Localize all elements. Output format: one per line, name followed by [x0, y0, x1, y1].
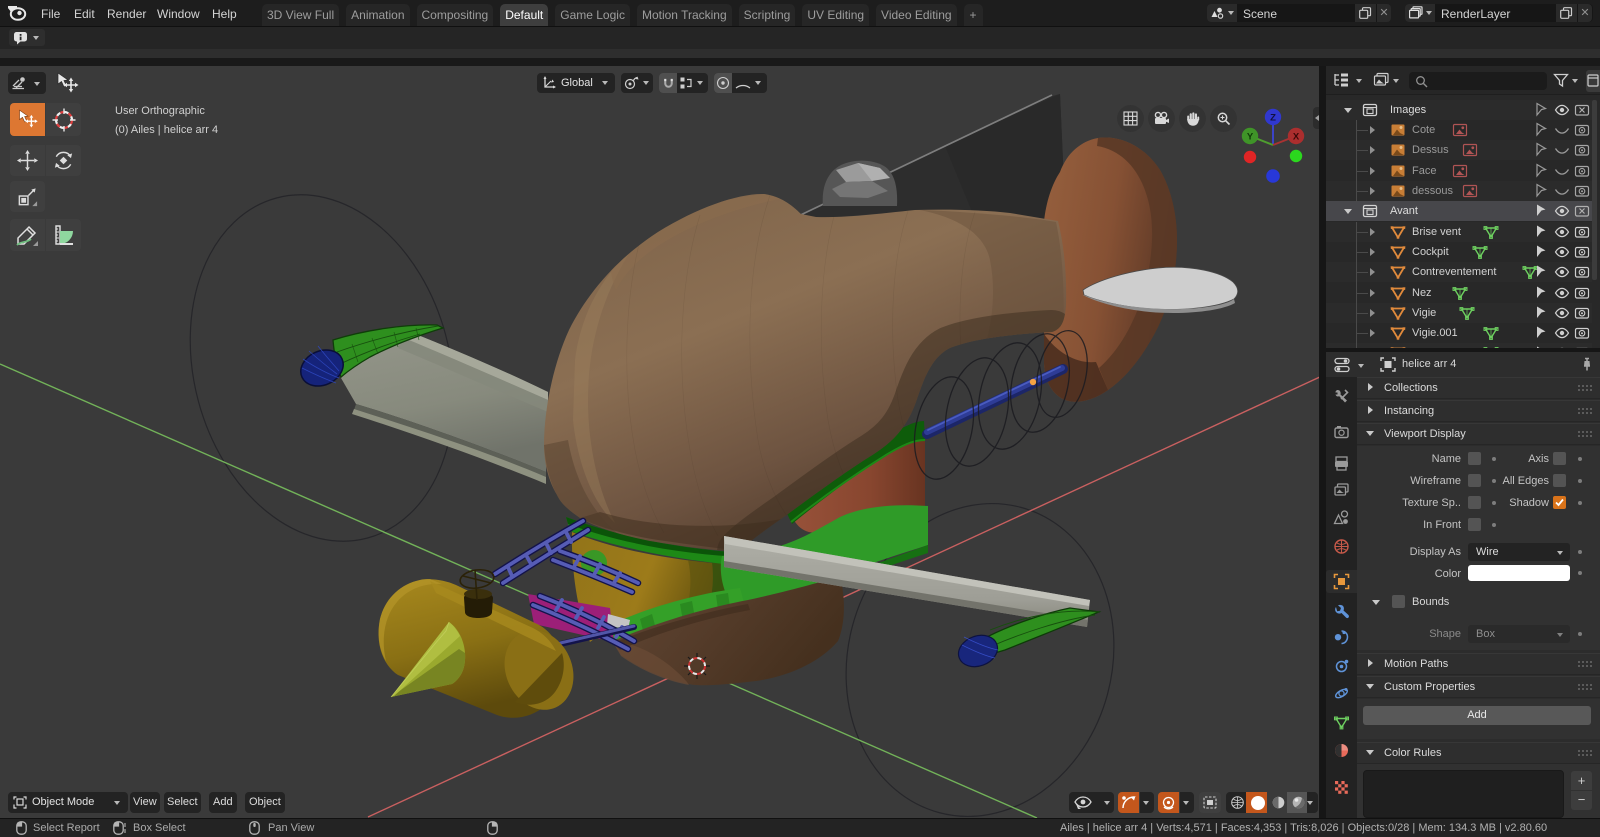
- svg-text:Y: Y: [1247, 132, 1254, 143]
- svg-text:Z: Z: [1270, 113, 1276, 124]
- svg-text:X: X: [1293, 132, 1300, 143]
